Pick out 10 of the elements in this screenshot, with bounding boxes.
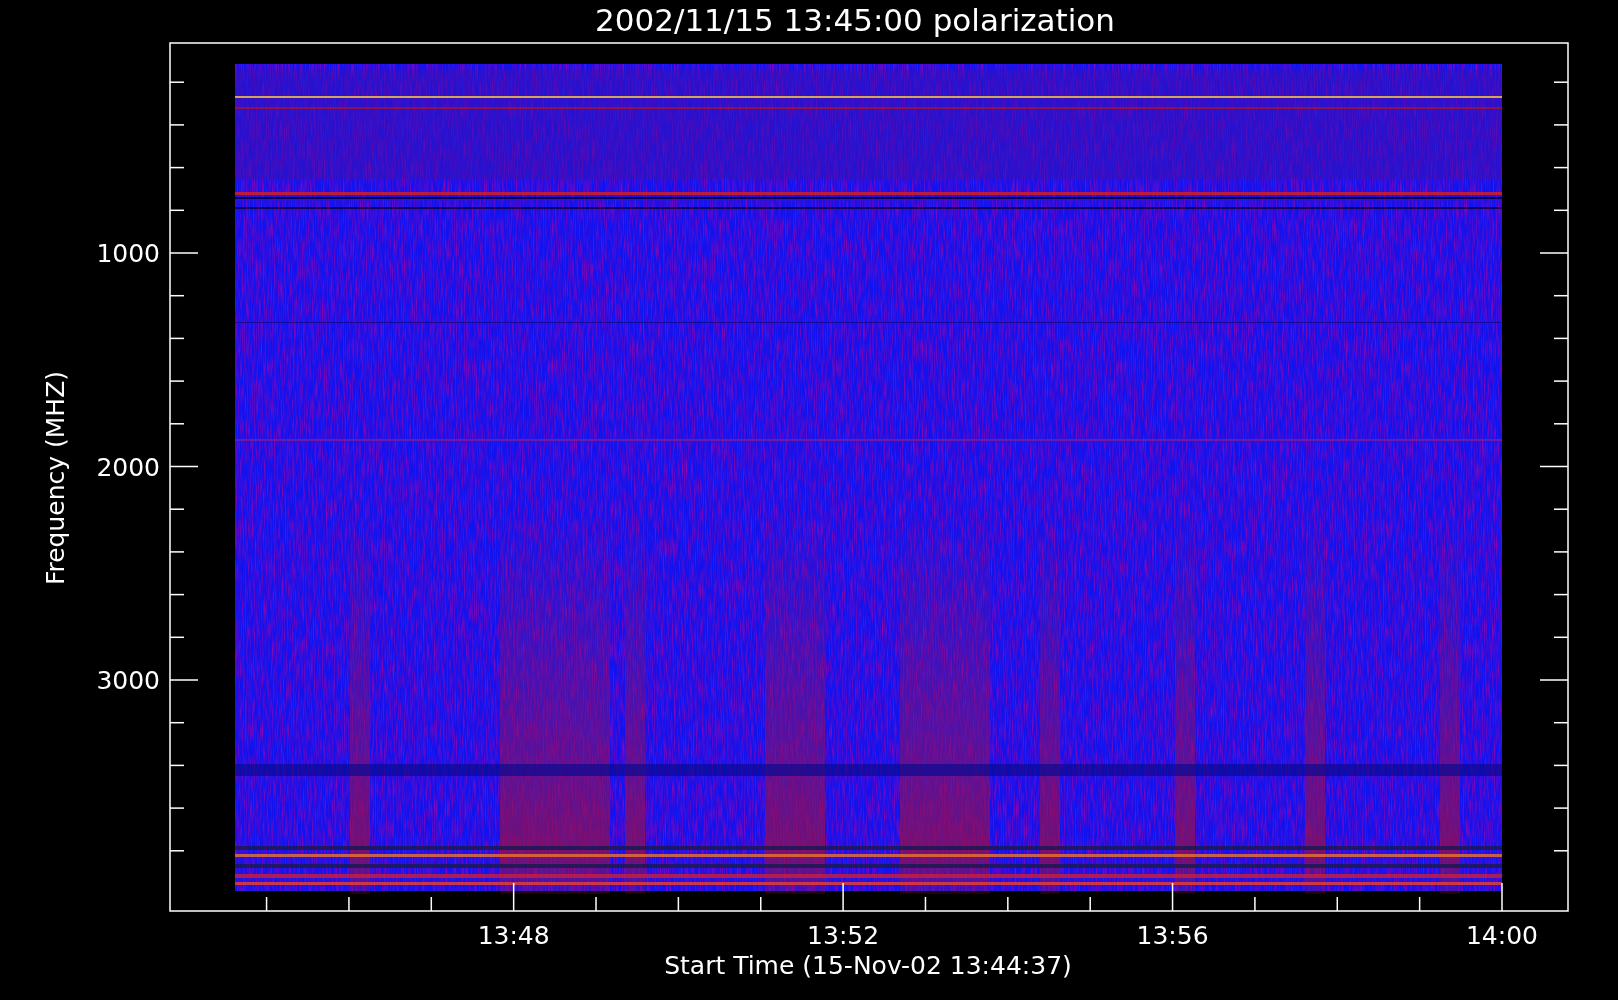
axis-tick-label: 14:00 bbox=[1466, 921, 1538, 950]
axis-title: Frequency (MHZ) bbox=[41, 370, 70, 586]
axis-tick-label: 13:52 bbox=[807, 921, 880, 950]
axis-tick-label: 1000 bbox=[96, 239, 160, 268]
axis-tick-label: 13:56 bbox=[1136, 921, 1209, 950]
axis-title: Start Time (15-Nov-02 13:44:37) bbox=[664, 951, 1072, 980]
axis-tick-label: 3000 bbox=[96, 666, 160, 695]
chart-title: 2002/11/15 13:45:00 polarization bbox=[595, 1, 1115, 40]
axis-tick-label: 2000 bbox=[96, 452, 160, 482]
axis-tick-label: 13:48 bbox=[477, 921, 550, 950]
